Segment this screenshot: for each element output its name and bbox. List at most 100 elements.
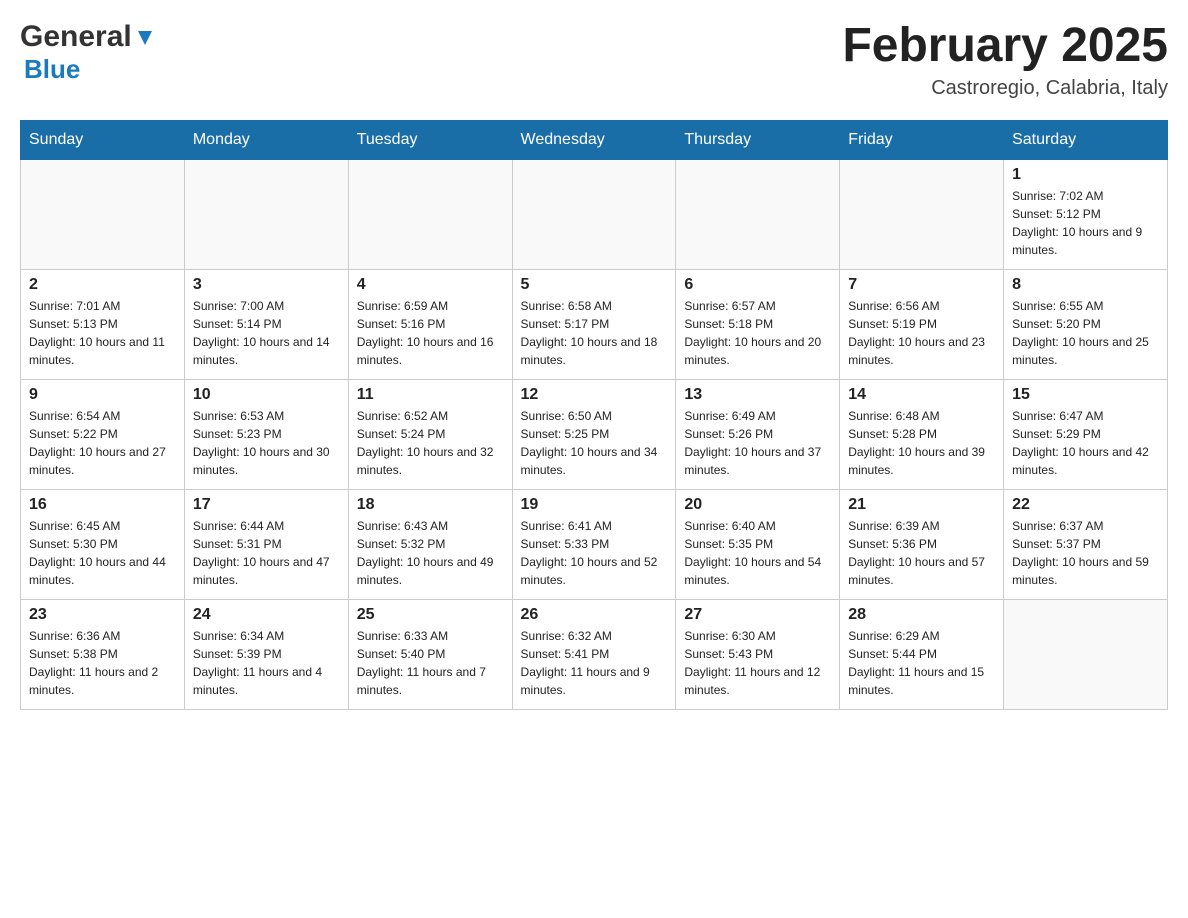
day-info: Sunrise: 6:45 AMSunset: 5:30 PMDaylight:…: [29, 517, 176, 589]
calendar-cell: [512, 159, 676, 269]
day-number: 2: [29, 276, 176, 294]
calendar-cell: 27Sunrise: 6:30 AMSunset: 5:43 PMDayligh…: [676, 599, 840, 709]
calendar-header-saturday: Saturday: [1004, 120, 1168, 159]
calendar-cell: 14 Sunrise: 6:48 AMSunset: 5:28 PMDayligh…: [840, 379, 1004, 489]
calendar-cell: 20 Sunrise: 6:40 AMSunset: 5:35 PMDayligh…: [676, 489, 840, 599]
day-info: Sunrise: 6:32 AMSunset: 5:41 PMDaylight:…: [521, 627, 668, 699]
calendar-cell: 3Sunrise: 7:00 AMSunset: 5:14 PMDaylight…: [184, 269, 348, 379]
day-number: 1: [1012, 166, 1159, 184]
day-info: Sunrise: 6:53 AMSunset: 5:23 PMDaylight:…: [193, 407, 340, 479]
calendar-cell: 4 Sunrise: 6:59 AMSunset: 5:16 PMDaylight…: [348, 269, 512, 379]
calendar-table: SundayMondayTuesdayWednesdayThursdayFrid…: [20, 120, 1168, 710]
calendar-header-friday: Friday: [840, 120, 1004, 159]
calendar-cell: 17 Sunrise: 6:44 AMSunset: 5:31 PMDayligh…: [184, 489, 348, 599]
day-info: Sunrise: 7:02 AMSunset: 5:12 PMDaylight:…: [1012, 187, 1159, 259]
calendar-cell: 10 Sunrise: 6:53 AMSunset: 5:23 PMDayligh…: [184, 379, 348, 489]
day-info: Sunrise: 6:44 AMSunset: 5:31 PMDaylight:…: [193, 517, 340, 589]
calendar-cell: [348, 159, 512, 269]
calendar-cell: 25 Sunrise: 6:33 AMSunset: 5:40 PMDayligh…: [348, 599, 512, 709]
day-number: 17: [193, 496, 340, 514]
day-info: Sunrise: 6:39 AMSunset: 5:36 PMDaylight:…: [848, 517, 995, 589]
day-info: Sunrise: 6:48 AMSunset: 5:28 PMDaylight:…: [848, 407, 995, 479]
calendar-cell: 9 Sunrise: 6:54 AMSunset: 5:22 PMDaylight…: [21, 379, 185, 489]
day-info: Sunrise: 7:01 AMSunset: 5:13 PMDaylight:…: [29, 297, 176, 369]
day-info: Sunrise: 6:36 AMSunset: 5:38 PMDaylight:…: [29, 627, 176, 699]
day-info: Sunrise: 6:50 AMSunset: 5:25 PMDaylight:…: [521, 407, 668, 479]
calendar-cell: [21, 159, 185, 269]
month-title: February 2025: [842, 20, 1168, 73]
day-info: Sunrise: 6:56 AMSunset: 5:19 PMDaylight:…: [848, 297, 995, 369]
logo-blue-text: Blue: [24, 54, 80, 84]
day-number: 20: [684, 496, 831, 514]
calendar-cell: [676, 159, 840, 269]
day-info: Sunrise: 6:29 AMSunset: 5:44 PMDaylight:…: [848, 627, 995, 699]
calendar-header-thursday: Thursday: [676, 120, 840, 159]
calendar-cell: 6Sunrise: 6:57 AMSunset: 5:18 PMDaylight…: [676, 269, 840, 379]
calendar-cell: 28Sunrise: 6:29 AMSunset: 5:44 PMDayligh…: [840, 599, 1004, 709]
day-number: 8: [1012, 276, 1159, 294]
day-info: Sunrise: 6:33 AMSunset: 5:40 PMDaylight:…: [357, 627, 504, 699]
calendar-cell: [1004, 599, 1168, 709]
day-number: 15: [1012, 386, 1159, 404]
page-header: General Blue February 2025 Castroregio, …: [20, 20, 1168, 100]
calendar-week-row: 23 Sunrise: 6:36 AMSunset: 5:38 PMDayligh…: [21, 599, 1168, 709]
calendar-cell: 15 Sunrise: 6:47 AMSunset: 5:29 PMDayligh…: [1004, 379, 1168, 489]
day-info: Sunrise: 6:40 AMSunset: 5:35 PMDaylight:…: [684, 517, 831, 589]
day-number: 21: [848, 496, 995, 514]
day-number: 12: [521, 386, 668, 404]
day-number: 10: [193, 386, 340, 404]
calendar-week-row: 2 Sunrise: 7:01 AMSunset: 5:13 PMDaylight…: [21, 269, 1168, 379]
location-subtitle: Castroregio, Calabria, Italy: [842, 77, 1168, 100]
day-number: 4: [357, 276, 504, 294]
calendar-cell: 2 Sunrise: 7:01 AMSunset: 5:13 PMDaylight…: [21, 269, 185, 379]
logo-general-text: General: [20, 20, 132, 54]
calendar-cell: 23 Sunrise: 6:36 AMSunset: 5:38 PMDayligh…: [21, 599, 185, 709]
calendar-header-row: SundayMondayTuesdayWednesdayThursdayFrid…: [21, 120, 1168, 159]
calendar-header-monday: Monday: [184, 120, 348, 159]
day-number: 14: [848, 386, 995, 404]
day-number: 16: [29, 496, 176, 514]
logo: General Blue: [20, 20, 156, 85]
day-number: 7: [848, 276, 995, 294]
day-number: 5: [521, 276, 668, 294]
day-number: 9: [29, 386, 176, 404]
calendar-cell: 1 Sunrise: 7:02 AMSunset: 5:12 PMDaylight…: [1004, 159, 1168, 269]
day-number: 26: [521, 606, 668, 624]
day-info: Sunrise: 6:55 AMSunset: 5:20 PMDaylight:…: [1012, 297, 1159, 369]
calendar-week-row: 1 Sunrise: 7:02 AMSunset: 5:12 PMDaylight…: [21, 159, 1168, 269]
day-info: Sunrise: 6:30 AMSunset: 5:43 PMDaylight:…: [684, 627, 831, 699]
day-number: 11: [357, 386, 504, 404]
calendar-cell: 8 Sunrise: 6:55 AMSunset: 5:20 PMDaylight…: [1004, 269, 1168, 379]
day-number: 19: [521, 496, 668, 514]
day-info: Sunrise: 6:54 AMSunset: 5:22 PMDaylight:…: [29, 407, 176, 479]
day-info: Sunrise: 6:41 AMSunset: 5:33 PMDaylight:…: [521, 517, 668, 589]
calendar-header-sunday: Sunday: [21, 120, 185, 159]
calendar-cell: 18Sunrise: 6:43 AMSunset: 5:32 PMDayligh…: [348, 489, 512, 599]
day-number: 13: [684, 386, 831, 404]
day-info: Sunrise: 7:00 AMSunset: 5:14 PMDaylight:…: [193, 297, 340, 369]
calendar-cell: 19 Sunrise: 6:41 AMSunset: 5:33 PMDayligh…: [512, 489, 676, 599]
day-info: Sunrise: 6:59 AMSunset: 5:16 PMDaylight:…: [357, 297, 504, 369]
calendar-week-row: 16 Sunrise: 6:45 AMSunset: 5:30 PMDayligh…: [21, 489, 1168, 599]
day-info: Sunrise: 6:57 AMSunset: 5:18 PMDaylight:…: [684, 297, 831, 369]
day-info: Sunrise: 6:58 AMSunset: 5:17 PMDaylight:…: [521, 297, 668, 369]
day-info: Sunrise: 6:43 AMSunset: 5:32 PMDaylight:…: [357, 517, 504, 589]
day-info: Sunrise: 6:47 AMSunset: 5:29 PMDaylight:…: [1012, 407, 1159, 479]
calendar-cell: 7 Sunrise: 6:56 AMSunset: 5:19 PMDaylight…: [840, 269, 1004, 379]
calendar-week-row: 9 Sunrise: 6:54 AMSunset: 5:22 PMDaylight…: [21, 379, 1168, 489]
calendar-cell: 22Sunrise: 6:37 AMSunset: 5:37 PMDayligh…: [1004, 489, 1168, 599]
day-info: Sunrise: 6:49 AMSunset: 5:26 PMDaylight:…: [684, 407, 831, 479]
logo-triangle-icon: [134, 27, 156, 49]
calendar-cell: 16 Sunrise: 6:45 AMSunset: 5:30 PMDayligh…: [21, 489, 185, 599]
day-number: 23: [29, 606, 176, 624]
title-section: February 2025 Castroregio, Calabria, Ita…: [842, 20, 1168, 100]
calendar-cell: 24 Sunrise: 6:34 AMSunset: 5:39 PMDayligh…: [184, 599, 348, 709]
calendar-cell: 11Sunrise: 6:52 AMSunset: 5:24 PMDayligh…: [348, 379, 512, 489]
calendar-cell: [840, 159, 1004, 269]
calendar-cell: 26 Sunrise: 6:32 AMSunset: 5:41 PMDayligh…: [512, 599, 676, 709]
calendar-cell: 13 Sunrise: 6:49 AMSunset: 5:26 PMDayligh…: [676, 379, 840, 489]
calendar-cell: [184, 159, 348, 269]
day-info: Sunrise: 6:34 AMSunset: 5:39 PMDaylight:…: [193, 627, 340, 699]
day-number: 24: [193, 606, 340, 624]
day-number: 25: [357, 606, 504, 624]
